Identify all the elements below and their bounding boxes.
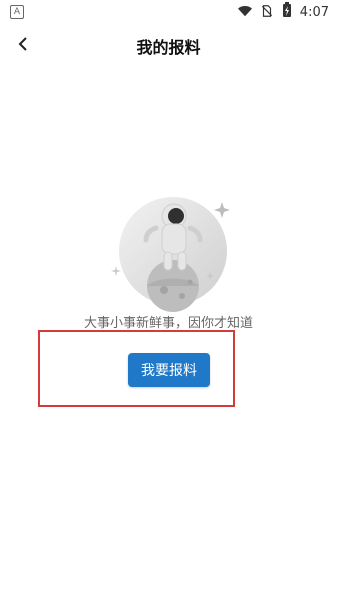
header: 我的报料 — [0, 24, 337, 68]
a-icon: A — [10, 5, 24, 19]
astronaut-on-planet-illustration — [98, 176, 248, 326]
status-bar: A 4:07 — [0, 0, 337, 24]
wifi-icon — [237, 3, 252, 22]
empty-state: 大事小事新鲜事，因你才知道 我要报料 — [0, 68, 337, 600]
no-sim-icon — [260, 3, 274, 22]
report-button[interactable]: 我要报料 — [128, 353, 210, 387]
battery-charging-icon — [282, 2, 292, 22]
empty-state-message: 大事小事新鲜事，因你才知道 — [83, 316, 253, 331]
status-icons: 4:07 — [237, 2, 329, 22]
page-title: 我的报料 — [136, 38, 201, 57]
time: 4:07 — [299, 4, 329, 20]
